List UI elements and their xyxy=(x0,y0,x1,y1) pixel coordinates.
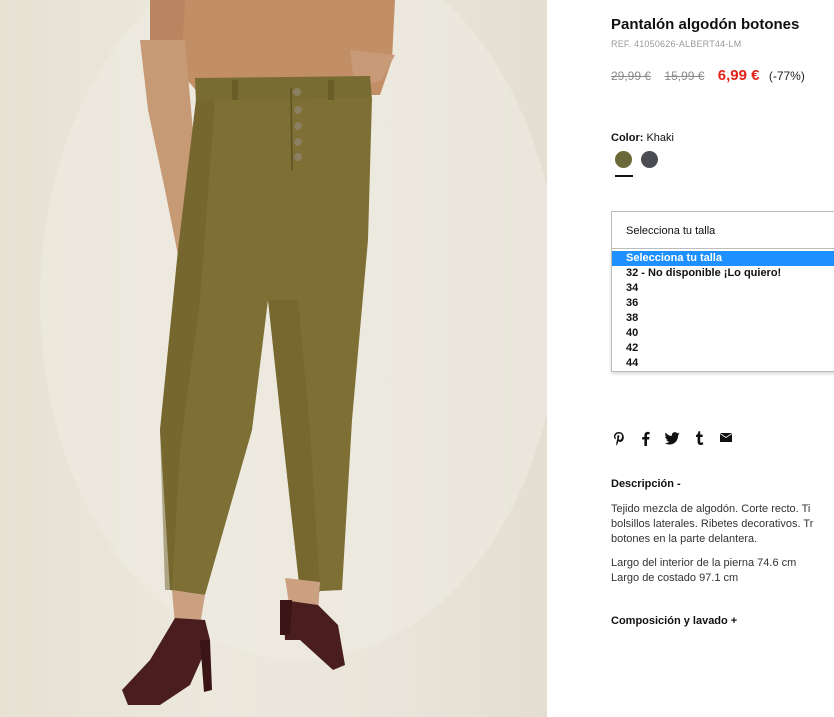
measure-inseam: Largo del interior de la pierna 74.6 cm xyxy=(611,557,797,569)
size-option[interactable]: 40 xyxy=(612,326,834,341)
price-row: 29,99 € 15,99 € 6,99 € (-77%) xyxy=(611,67,805,84)
email-icon[interactable] xyxy=(718,429,734,447)
twitter-icon[interactable] xyxy=(664,429,680,447)
swatch-grey[interactable] xyxy=(641,151,658,168)
size-select[interactable]: Selecciona tu talla xyxy=(611,211,834,250)
product-photo[interactable] xyxy=(0,0,547,717)
size-option[interactable]: Selecciona tu talla xyxy=(612,251,834,266)
selected-swatch-indicator xyxy=(615,175,633,177)
color-value: Khaki xyxy=(646,132,674,144)
description-heading[interactable]: Descripción - xyxy=(611,478,681,490)
facebook-icon[interactable] xyxy=(637,429,653,447)
size-option[interactable]: 42 xyxy=(612,341,834,356)
size-option[interactable]: 44 xyxy=(612,356,834,371)
tumblr-icon[interactable] xyxy=(691,429,707,447)
product-reference: REF. 41050626-ALBERT44-LM xyxy=(611,39,742,49)
size-option[interactable]: 36 xyxy=(612,296,834,311)
product-info-panel: Pantalón algodón botones REF. 41050626-A… xyxy=(611,0,834,717)
size-option[interactable]: 32 - No disponible ¡Lo quiero! xyxy=(612,266,834,281)
product-title: Pantalón algodón botones xyxy=(611,16,800,33)
price-original: 29,99 € xyxy=(611,69,652,83)
measurements: Largo del interior de la pierna 74.6 cm … xyxy=(611,556,796,586)
color-label: Color: xyxy=(611,132,644,144)
size-select-value: Selecciona tu talla xyxy=(626,225,716,237)
description-line: botones en la parte delantera. xyxy=(611,533,758,545)
description-text: Tejido mezcla de algodón. Corte recto. T… xyxy=(611,502,834,547)
price-previous: 15,99 € xyxy=(664,69,705,83)
description-line: bolsillos laterales. Ribetes decorativos… xyxy=(611,518,814,530)
discount-badge: (-77%) xyxy=(768,69,805,83)
pinterest-icon[interactable] xyxy=(611,429,627,447)
swatch-khaki[interactable] xyxy=(615,151,632,168)
price-current: 6,99 € xyxy=(717,67,760,84)
model-illustration xyxy=(40,0,547,705)
composition-heading[interactable]: Composición y lavado + xyxy=(611,615,737,627)
size-option[interactable]: 38 xyxy=(612,311,834,326)
size-dropdown-list: Selecciona tu talla 32 - No disponible ¡… xyxy=(611,248,834,372)
color-label-row: Color: Khaki xyxy=(611,132,674,144)
description-line: Tejido mezcla de algodón. Corte recto. T… xyxy=(611,503,811,515)
size-option[interactable]: 34 xyxy=(612,281,834,296)
measure-outseam: Largo de costado 97.1 cm xyxy=(611,572,739,584)
